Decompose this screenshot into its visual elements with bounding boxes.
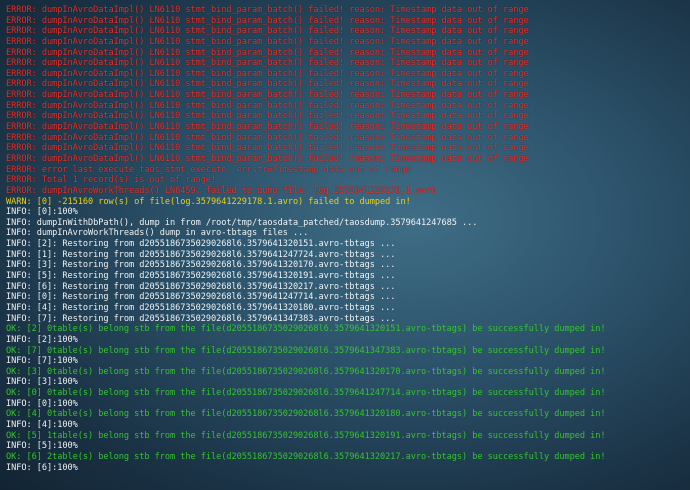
log-line-error: ERROR: dumpInAvroDataImpl() LN6110 stmt_… — [6, 15, 529, 26]
log-line-error: ERROR: dumpInAvroDataImpl() LN6110 stmt_… — [6, 36, 529, 47]
log-line-info: INFO: dumpInWithDbPath(), dump in from /… — [6, 217, 478, 228]
log-line-info: INFO: [1]: Restoring from d2055186735029… — [6, 249, 396, 260]
log-line-info: INFO: [7]: Restoring from d2055186735029… — [6, 313, 396, 324]
log-line-info: INFO: [6]: Restoring from d2055186735029… — [6, 281, 396, 292]
log-line-error: ERROR: error last execute taos_stmt_exec… — [6, 164, 411, 175]
log-line-info: INFO: [4]: Restoring from d2055186735029… — [6, 302, 396, 313]
log-line-info: INFO: [2]:100% — [6, 334, 78, 345]
log-line-error: ERROR: dumpInAvroDataImpl() LN6110 stmt_… — [6, 100, 529, 111]
log-line-error: ERROR: dumpInAvroDataImpl() LN6110 stmt_… — [6, 79, 529, 90]
log-line-info: INFO: [0]: Restoring from d2055186735029… — [6, 292, 396, 303]
log-line-error: ERROR: dumpInAvroDataImpl() LN6110 stmt_… — [6, 132, 529, 143]
log-line-error: ERROR: dumpInAvroDataImpl() LN6110 stmt_… — [6, 111, 529, 122]
log-line-ok: OK: [2] 0table(s) belong stb from the fi… — [6, 324, 606, 335]
log-line-info: INFO: [0]:100% — [6, 398, 78, 409]
log-line-error: ERROR: dumpInAvroDataImpl() LN6110 stmt_… — [6, 143, 529, 154]
log-line-ok: OK: [0] 0table(s) belong stb from the fi… — [6, 388, 606, 399]
log-line-info: INFO: [0]:100% — [6, 207, 78, 218]
log-line-warn: WARN: [0] -215160 row(s) of file(log.357… — [6, 196, 411, 207]
log-line-error: ERROR: dumpInAvroDataImpl() LN6110 stmt_… — [6, 5, 529, 15]
log-line-error: ERROR: dumpInAvroDataImpl() LN6110 stmt_… — [6, 153, 529, 164]
log-line-info: INFO: [3]: Restoring from d2055186735029… — [6, 260, 396, 271]
log-line-error: ERROR: dumpInAvroDataImpl() LN6110 stmt_… — [6, 122, 529, 133]
log-line-error: ERROR: dumpInAvroDataImpl() LN6110 stmt_… — [6, 26, 529, 37]
log-line-info: INFO: [6]:100% — [6, 462, 78, 473]
log-line-info: INFO: [7]:100% — [6, 356, 78, 367]
log-line-error: ERROR: dumpInAvroDataImpl() LN6110 stmt_… — [6, 47, 529, 58]
log-line-error: ERROR: dumpInAvroWorkThreads() LN6459, f… — [6, 185, 437, 196]
log-line-info: INFO: [5]:100% — [6, 441, 78, 452]
log-line-ok: OK: [6] 2table(s) belong stb from the fi… — [6, 451, 606, 462]
log-line-error: ERROR: dumpInAvroDataImpl() LN6110 stmt_… — [6, 58, 529, 69]
log-line-error: ERROR: dumpInAvroDataImpl() LN6110 stmt_… — [6, 68, 529, 79]
log-line-info: INFO: [4]:100% — [6, 419, 78, 430]
log-line-info: INFO: [5]: Restoring from d2055186735029… — [6, 271, 396, 282]
log-line-info: INFO: dumpInAvroWorkThreads() dump in av… — [6, 228, 309, 239]
log-line-error: ERROR: Total 1 record(s) is out of range… — [6, 175, 217, 186]
log-line-info: INFO: [2]: Restoring from d2055186735029… — [6, 239, 396, 250]
terminal-output[interactable]: ERROR: dumpInAvroDataImpl() LN6110 stmt_… — [0, 0, 690, 490]
log-line-info: INFO: [3]:100% — [6, 377, 78, 388]
log-line-error: ERROR: dumpInAvroDataImpl() LN6110 stmt_… — [6, 90, 529, 101]
log-line-ok: OK: [4] 0table(s) belong stb from the fi… — [6, 409, 606, 420]
log-line-ok: OK: [7] 0table(s) belong stb from the fi… — [6, 345, 606, 356]
log-line-ok: OK: [3] 0table(s) belong stb from the fi… — [6, 366, 606, 377]
log-line-ok: OK: [5] 1table(s) belong stb from the fi… — [6, 430, 606, 441]
